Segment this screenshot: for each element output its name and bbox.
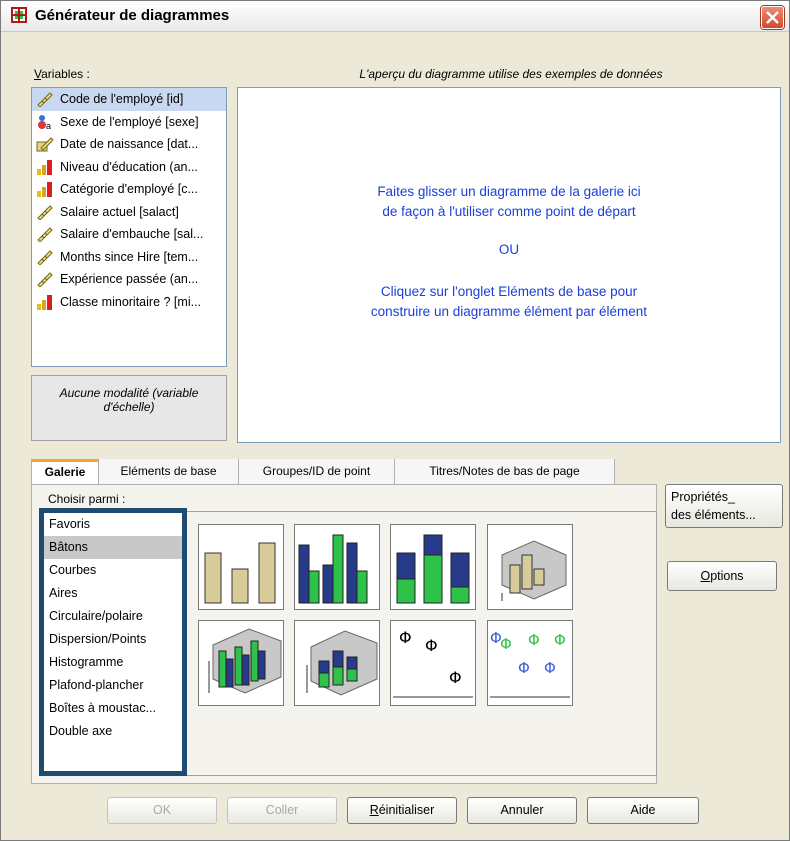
gallery-thumbnail[interactable]: Φ Φ Φ Φ Φ Φ [487, 620, 573, 706]
preview-or: OU [498, 242, 520, 257]
chart-builder-icon [11, 7, 27, 23]
gallery-thumbnail[interactable]: Φ Φ Φ [390, 620, 476, 706]
variable-item[interactable]: Code de l'employé [id] [32, 88, 226, 111]
variable-list[interactable]: Code de l'employé [id] a Sexe de l'emplo… [31, 87, 227, 367]
variable-label: Catégorie d'employé [c... [60, 182, 198, 196]
variable-item[interactable]: Salaire actuel [salact] [32, 201, 226, 224]
title-bar: Générateur de diagrammes [1, 1, 789, 32]
chart-preview-canvas[interactable]: Faites glisser un diagramme de la galeri… [237, 87, 781, 443]
svg-text:a: a [46, 121, 51, 130]
svg-text:Φ: Φ [518, 659, 530, 677]
variable-label: Salaire d'embauche [sal... [60, 227, 204, 241]
scale-ruler-icon [37, 227, 53, 242]
variable-label: Salaire actuel [salact] [60, 204, 179, 219]
variable-label: Expérience passée (an... [60, 272, 199, 286]
gallery-thumbnail[interactable] [294, 620, 380, 706]
cancel-button[interactable]: Annuler [467, 797, 577, 824]
variable-info-line: Aucune modalité (variable [59, 386, 199, 400]
scale-ruler-icon [37, 204, 53, 220]
gallery-thumbnail[interactable] [487, 524, 573, 610]
clustered-bar-icon [298, 534, 368, 604]
ordinal-icon [37, 159, 52, 175]
tab-titles-footnotes[interactable]: Titres/Notes de bas de page [395, 459, 615, 484]
variable-item[interactable]: Date de naissance [dat... [32, 133, 226, 156]
variable-item[interactable]: Months since Hire [tem... [32, 246, 226, 269]
svg-text:Φ: Φ [449, 668, 462, 687]
svg-text:Φ: Φ [554, 631, 566, 649]
chart-type-item[interactable]: Histogramme [44, 651, 182, 674]
svg-text:Φ: Φ [399, 628, 412, 647]
svg-text:Φ: Φ [544, 659, 556, 677]
gallery-thumbnail[interactable] [198, 620, 284, 706]
gallery-thumbnail[interactable] [198, 524, 284, 610]
error-bar-icon: Φ Φ Φ [393, 628, 473, 698]
scale-ruler-icon [37, 92, 53, 107]
ordinal-icon [37, 182, 52, 197]
variable-label: Date de naissance [dat... [60, 137, 199, 151]
chart-type-item[interactable]: Bâtons [44, 536, 182, 559]
scale-ruler-icon [37, 249, 53, 265]
chart-type-item[interactable]: Favoris [44, 513, 182, 536]
3d-clustered-bar-icon [208, 628, 282, 694]
variable-item[interactable]: Expérience passée (an... [32, 268, 226, 291]
chart-type-item[interactable]: Double axe [44, 720, 182, 743]
variable-label: Months since Hire [tem... [60, 249, 199, 264]
paste-button[interactable]: Coller [227, 797, 337, 824]
chart-builder-window: Générateur de diagrammes Variables : L'a… [0, 0, 790, 841]
ok-button[interactable]: OK [107, 797, 217, 824]
preview-header: L'aperçu du diagramme utilise des exempl… [359, 67, 663, 81]
variable-item[interactable]: Catégorie d'employé [c... [32, 178, 226, 201]
gallery-thumbnail[interactable] [390, 524, 476, 610]
chart-type-item[interactable]: Boîtes à moustac... [44, 697, 182, 720]
svg-text:Φ: Φ [528, 631, 540, 649]
gallery-thumbnail[interactable] [294, 524, 380, 610]
preview-instruction: construire un diagramme élément par élém… [370, 304, 648, 319]
variables-label: Variables : [34, 67, 90, 81]
3d-stacked-bar-icon [306, 630, 378, 696]
date-ruler-icon [36, 137, 54, 152]
variable-info-panel: Aucune modalité (variable d'échelle) [31, 375, 227, 441]
tab-gallery[interactable]: Galerie [31, 459, 99, 484]
tab-groups-point-id[interactable]: Groupes/ID de point [239, 459, 395, 484]
variable-item[interactable]: Classe minoritaire ? [mi... [32, 291, 226, 314]
close-icon [766, 11, 779, 24]
stacked-bar-icon [396, 534, 470, 604]
variable-item[interactable]: Niveau d'éducation (an... [32, 156, 226, 179]
tab-basic-elements[interactable]: Eléments de base [99, 459, 239, 484]
element-properties-line: Propriétés_ [671, 490, 735, 504]
chart-type-item[interactable]: Circulaire/polaire [44, 605, 182, 628]
close-button[interactable] [761, 6, 784, 29]
variable-label: Niveau d'éducation (an... [60, 159, 198, 174]
variable-label: Code de l'employé [id] [60, 92, 184, 106]
variable-info-line: d'échelle) [103, 400, 155, 414]
variable-label: Classe minoritaire ? [mi... [60, 294, 202, 309]
options-button[interactable]: Options [667, 561, 777, 591]
chart-type-list[interactable]: Favoris Bâtons Courbes Aires Circulaire/… [39, 508, 187, 776]
choose-from-label: Choisir parmi : [48, 492, 126, 506]
simple-bar-icon [204, 542, 276, 604]
preview-instruction: de façon à l'utiliser comme point de dép… [382, 204, 636, 219]
chart-type-item[interactable]: Aires [44, 582, 182, 605]
variable-label: Sexe de l'employé [sexe] [60, 114, 199, 129]
window-title: Générateur de diagrammes [35, 7, 230, 24]
preview-instruction: Cliquez sur l'onglet Eléments de base po… [380, 284, 638, 299]
preview-instruction: Faites glisser un diagramme de la galeri… [377, 184, 641, 199]
svg-text:Φ: Φ [425, 636, 438, 655]
variable-item[interactable]: Salaire d'embauche [sal... [32, 223, 226, 246]
chart-type-item[interactable]: Courbes [44, 559, 182, 582]
element-properties-line: des éléments... [671, 508, 756, 522]
element-properties-button[interactable]: Propriétés_ des éléments... [665, 484, 783, 528]
variable-item[interactable]: a Sexe de l'employé [sexe] [32, 111, 226, 134]
help-button[interactable]: Aide [587, 797, 699, 824]
3d-bar-icon [501, 540, 567, 601]
chart-type-item[interactable]: Plafond-plancher [44, 674, 182, 697]
chart-type-item[interactable]: Dispersion/Points [44, 628, 182, 651]
clustered-error-bar-icon: Φ Φ Φ Φ Φ Φ [490, 629, 570, 698]
reset-button[interactable]: Réinitialiser [347, 797, 457, 824]
ordinal-icon [37, 294, 52, 310]
svg-text:Φ: Φ [500, 635, 512, 653]
nominal-icon: a [38, 114, 51, 130]
scale-ruler-icon [37, 272, 53, 287]
